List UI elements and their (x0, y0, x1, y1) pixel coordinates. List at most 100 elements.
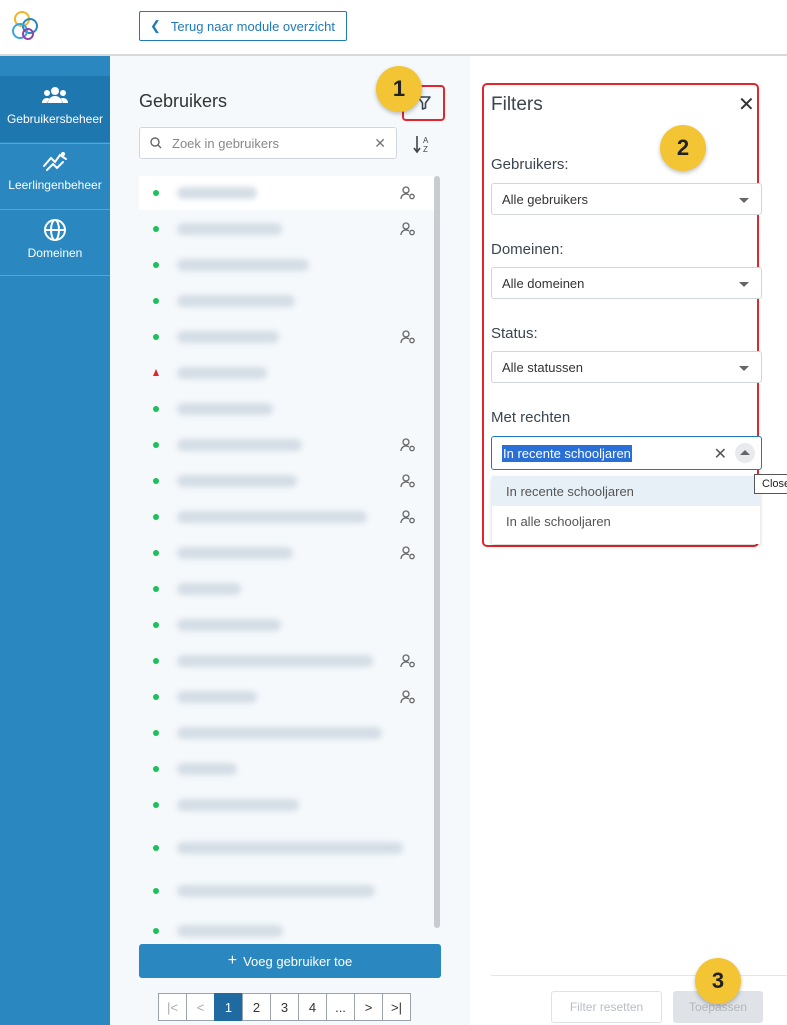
user-settings-icon[interactable] (400, 222, 416, 236)
sidebar-item-gebruikersbeheer[interactable]: Gebruikersbeheer (0, 76, 110, 142)
rights-filter-value[interactable]: In recente schooljaren (502, 444, 632, 462)
user-list-row[interactable] (139, 824, 435, 872)
user-name-redacted (177, 475, 297, 487)
domains-filter-select[interactable]: Alle domeinen (491, 267, 762, 299)
users-filter-select[interactable]: Alle gebruikers (491, 183, 762, 215)
user-list-row[interactable] (139, 392, 435, 426)
user-name-redacted (177, 727, 382, 739)
close-tooltip: Close (754, 474, 787, 494)
user-name-redacted (177, 763, 237, 775)
user-list-row[interactable] (139, 644, 435, 678)
user-list-row[interactable] (139, 716, 435, 750)
status-filter-select[interactable]: Alle statussen (491, 351, 762, 383)
rights-option-recent[interactable]: In recente schooljaren (492, 476, 760, 506)
user-list-row[interactable] (139, 874, 435, 908)
add-user-button[interactable]: + Voeg gebruiker toe (139, 944, 441, 978)
user-list-row[interactable] (139, 212, 435, 246)
user-list-row[interactable] (139, 284, 435, 318)
user-name-redacted (177, 583, 241, 595)
prev-page-button[interactable]: < (186, 993, 215, 1021)
page-button-1[interactable]: 1 (214, 993, 243, 1021)
user-list-row[interactable] (139, 356, 435, 390)
caret-up-icon[interactable] (735, 443, 755, 463)
user-list-row[interactable] (139, 536, 435, 570)
user-settings-icon[interactable] (400, 546, 416, 560)
sidebar-item-leerlingenbeheer[interactable]: Leerlingenbeheer (0, 150, 110, 210)
chevron-left-icon: ❮ (150, 18, 161, 33)
step-badge-1: 1 (376, 66, 422, 112)
user-list-scrollbar[interactable] (434, 176, 440, 928)
globe-icon (44, 219, 66, 241)
active-status-icon (153, 226, 159, 232)
user-settings-icon[interactable] (400, 186, 416, 200)
user-settings-icon[interactable] (400, 654, 416, 668)
sidebar-label-leerlingenbeheer: Leerlingenbeheer (8, 178, 102, 192)
user-name-redacted (177, 799, 299, 811)
user-list-row[interactable] (139, 248, 435, 282)
sort-az-icon[interactable]: A Z (412, 133, 434, 155)
active-status-icon (153, 622, 159, 628)
sidebar-label-gebruikersbeheer: Gebruikersbeheer (6, 112, 104, 126)
caret-down-icon (739, 198, 749, 203)
active-status-icon (153, 694, 159, 700)
user-list-row[interactable] (139, 464, 435, 498)
user-list-row[interactable] (139, 788, 435, 822)
user-settings-icon[interactable] (400, 438, 416, 452)
active-status-icon (153, 586, 159, 592)
sidebar-divider (0, 143, 110, 144)
app-logo-icon[interactable] (10, 10, 40, 42)
rights-option-all[interactable]: In alle schooljaren (492, 506, 760, 536)
close-filters-icon[interactable]: ✕ (738, 95, 755, 115)
sidebar-label-domeinen: Domeinen (27, 246, 83, 260)
caret-down-icon (739, 366, 749, 371)
user-name-redacted (177, 439, 302, 451)
user-list-row[interactable] (139, 914, 435, 948)
user-list-row[interactable] (139, 572, 435, 606)
user-name-redacted (177, 655, 373, 667)
page-ellipsis-button[interactable]: ... (326, 993, 355, 1021)
user-search-input[interactable] (172, 135, 375, 151)
user-settings-icon[interactable] (400, 330, 416, 344)
user-list-row[interactable] (139, 680, 435, 714)
sidebar: Gebruikersbeheer Leerlingenbeheer Domein… (0, 56, 110, 1025)
user-name-redacted (177, 403, 273, 415)
back-button-label: Terug naar module overzicht (170, 18, 335, 34)
search-icon (150, 137, 162, 149)
user-name-redacted (177, 511, 367, 523)
users-panel-title: Gebruikers (139, 91, 228, 111)
user-list-row[interactable] (139, 752, 435, 786)
active-status-icon (153, 888, 159, 894)
page-button-4[interactable]: 4 (298, 993, 327, 1021)
sidebar-item-domeinen[interactable]: Domeinen (0, 218, 110, 276)
user-name-redacted (177, 223, 282, 235)
reset-filter-button[interactable]: Filter resetten (551, 991, 662, 1023)
user-name-redacted (177, 619, 281, 631)
user-name-redacted (177, 295, 295, 307)
warning-status-icon (153, 369, 159, 376)
status-filter-value: Alle statussen (502, 359, 583, 375)
add-user-label: Voeg gebruiker toe (243, 953, 353, 969)
user-list-row[interactable] (139, 320, 435, 354)
rights-filter-combobox[interactable]: In recente schooljaren ✕ (491, 436, 762, 470)
next-page-button[interactable]: > (354, 993, 383, 1021)
user-list-row[interactable] (139, 176, 435, 210)
user-settings-icon[interactable] (400, 510, 416, 524)
domains-filter-label: Domeinen: (491, 241, 564, 258)
user-settings-icon[interactable] (400, 474, 416, 488)
back-to-modules-button[interactable]: ❮ Terug naar module overzicht (139, 11, 347, 41)
page-button-3[interactable]: 3 (270, 993, 299, 1021)
user-settings-icon[interactable] (400, 690, 416, 704)
top-bar: ❮ Terug naar module overzicht (0, 0, 787, 56)
plus-icon: + (227, 952, 238, 969)
first-page-button[interactable]: |< (158, 993, 187, 1021)
last-page-button[interactable]: >| (382, 993, 411, 1021)
clear-selection-icon[interactable]: ✕ (714, 444, 727, 464)
user-list-row[interactable] (139, 428, 435, 462)
page-button-2[interactable]: 2 (242, 993, 271, 1021)
user-list-row[interactable] (139, 500, 435, 534)
active-status-icon (153, 442, 159, 448)
user-list-row[interactable] (139, 608, 435, 642)
active-status-icon (153, 514, 159, 520)
clear-search-icon[interactable]: ✕ (374, 135, 386, 152)
rights-filter-label: Met rechten (491, 409, 571, 426)
